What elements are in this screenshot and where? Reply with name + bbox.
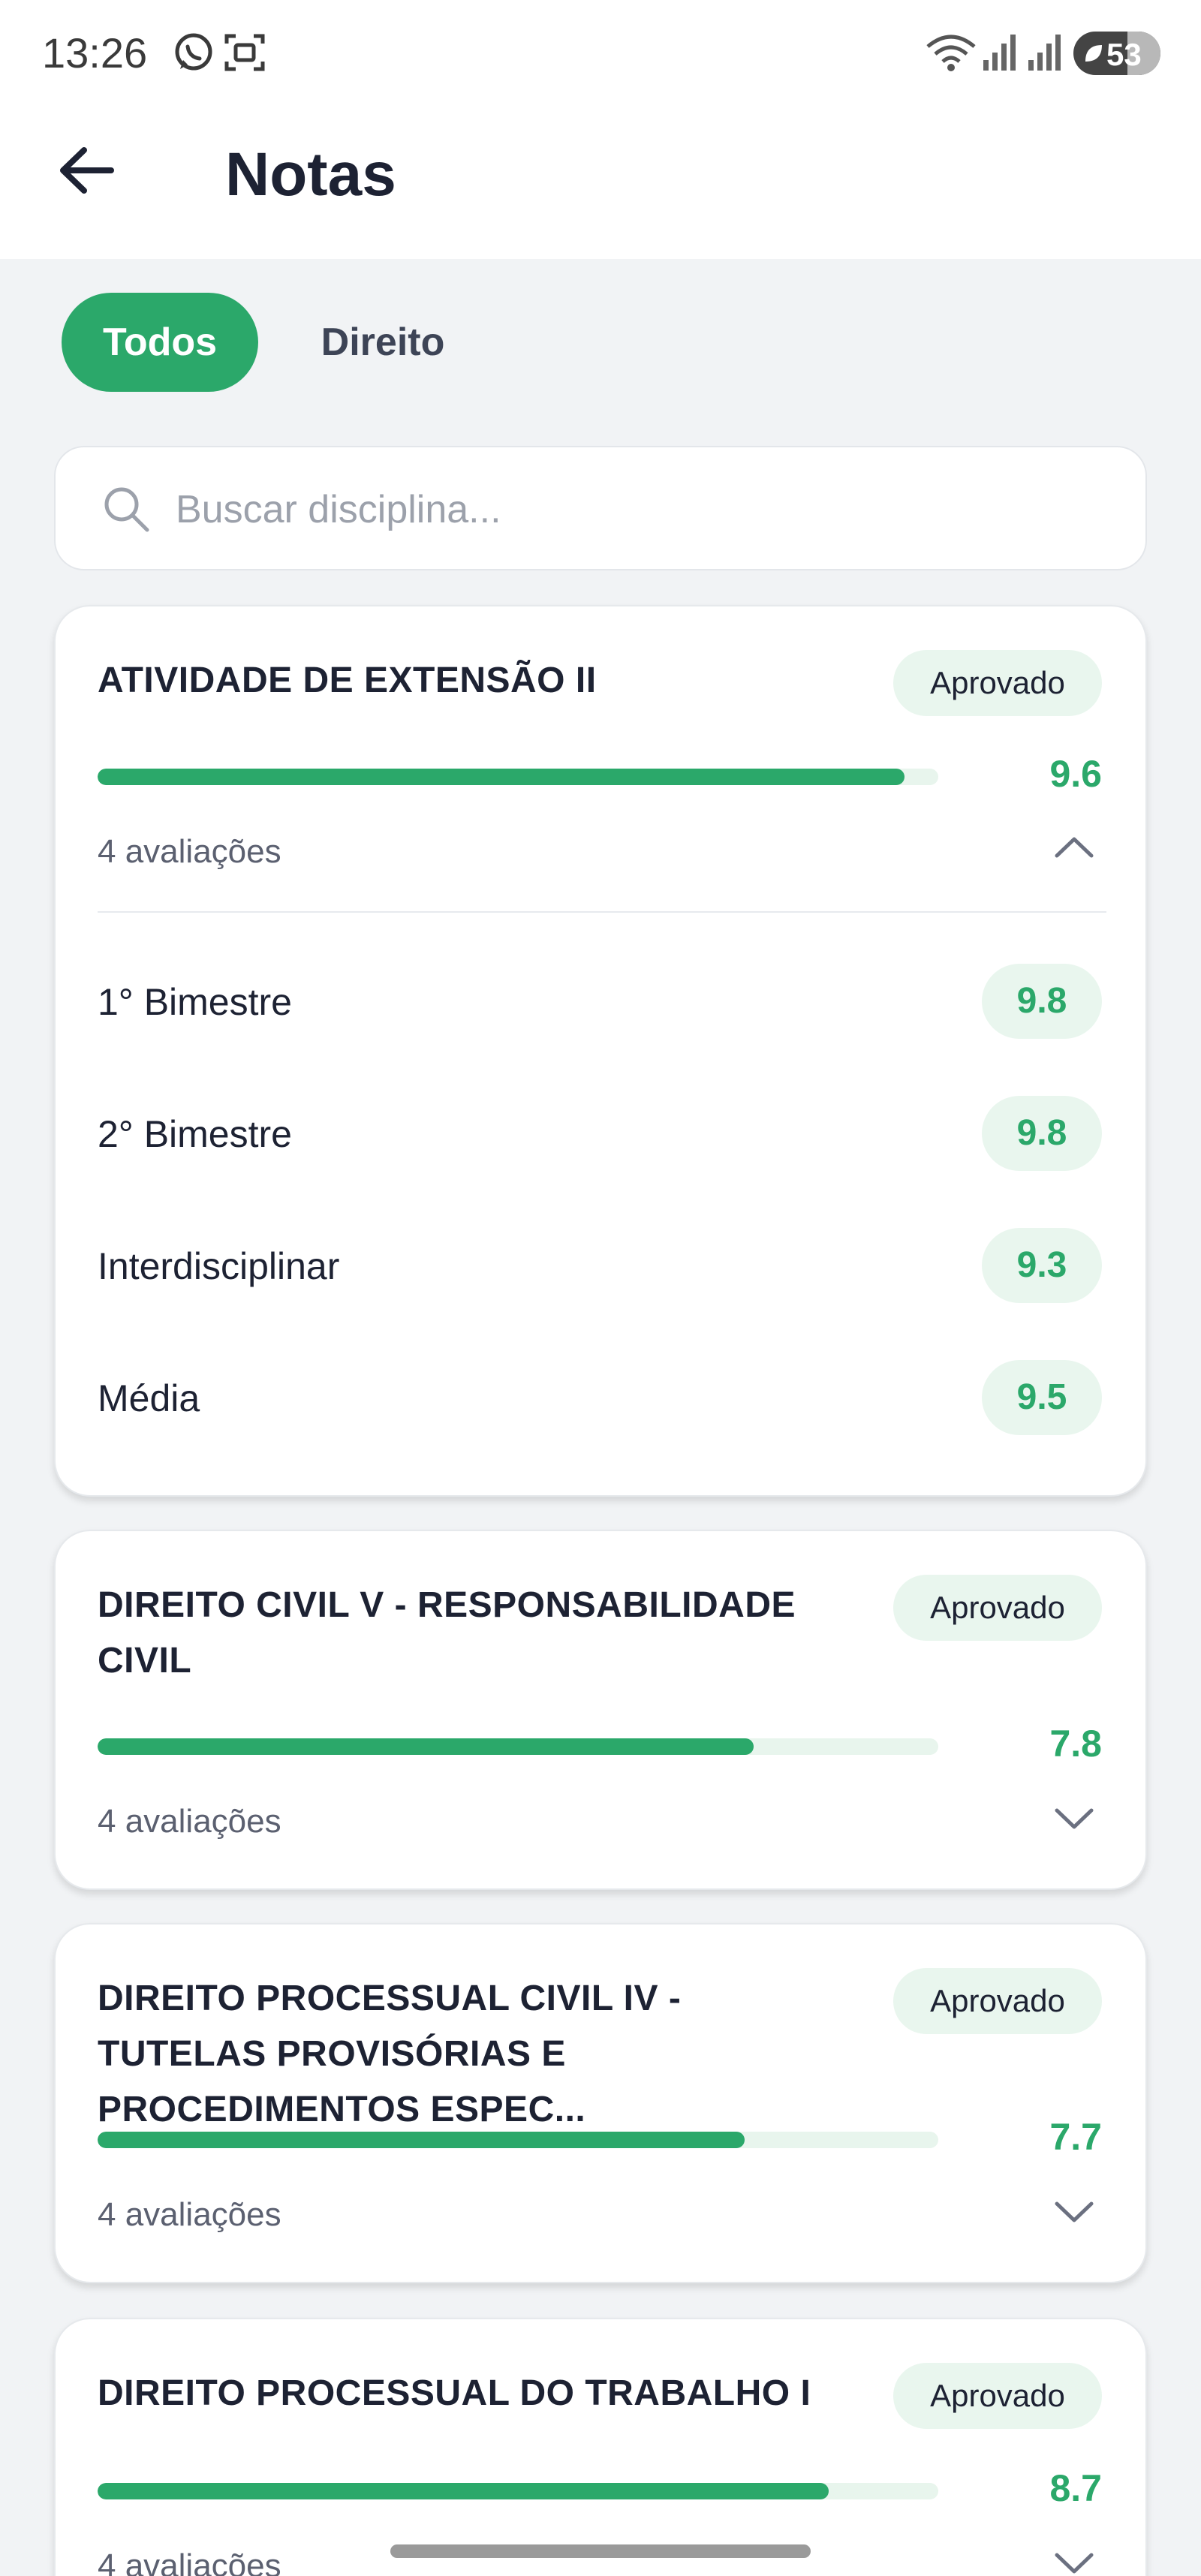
evaluation-label: 1° Bimestre [98,981,292,1023]
course-grade: 8.7 [1049,2467,1102,2509]
screenshot-icon [222,30,267,79]
course-card-atividade-extensao[interactable]: ATIVIDADE DE EXTENSÃO II Aprovado 9.6 4 … [54,605,1147,1497]
evaluation-label: 2° Bimestre [98,1113,292,1155]
grade-progress-fill [98,2483,829,2499]
battery-level: 53 [1106,37,1142,72]
evaluation-label: Média [98,1377,200,1419]
course-card-direito-processual-trabalho-i[interactable]: DIREITO PROCESSUAL DO TRABALHO I Aprovad… [54,2318,1147,2576]
evaluation-value: 9.3 [982,1228,1102,1303]
status-time: 13:26 [42,29,148,77]
wifi-icon [925,30,977,79]
chip-direito[interactable]: Direito [300,293,465,392]
grade-progress-bar [98,2483,938,2499]
chevron-down-icon[interactable] [1052,2198,1096,2228]
battery-icon: 53 [1073,32,1160,75]
grade-progress-bar [98,769,938,785]
signal-icon [1027,30,1064,79]
status-badge: Aprovado [893,1968,1102,2034]
evaluation-count: 4 avaliações [98,2547,281,2576]
grade-progress-fill [98,2132,745,2148]
grade-progress-bar [98,2132,938,2148]
course-grade: 7.8 [1049,1723,1102,1765]
status-bar: 13:26 53 [0,0,1201,105]
signal-icon [982,30,1019,79]
evaluation-value: 9.5 [982,1360,1102,1435]
course-grade: 9.6 [1049,753,1102,795]
grade-progress-bar [98,1738,938,1755]
search-box [54,446,1147,570]
filter-chips: Todos Direito [0,293,1201,392]
evaluation-label: Interdisciplinar [98,1245,340,1287]
search-input[interactable] [176,476,1076,543]
chevron-down-icon[interactable] [1052,1804,1096,1834]
evaluation-count: 4 avaliações [98,1803,281,1840]
top-area: 13:26 53 Notas [0,0,1201,259]
evaluation-count: 4 avaliações [98,2196,281,2233]
course-title: DIREITO PROCESSUAL CIVIL IV - TUTELAS PR… [98,1979,682,2129]
search-icon [101,483,153,540]
page-title: Notas [225,140,396,209]
evaluation-count: 4 avaliações [98,833,281,870]
course-title: ATIVIDADE DE EXTENSÃO II [98,661,597,700]
course-title: DIREITO PROCESSUAL DO TRABALHO I [98,2373,811,2413]
status-badge: Aprovado [893,1575,1102,1641]
arrow-left-icon [60,147,114,194]
evaluation-value: 9.8 [982,1096,1102,1171]
whatsapp-icon [171,30,216,79]
course-card-direito-civil-v[interactable]: DIREITO CIVIL V - RESPONSABILIDADE CIVIL… [54,1530,1147,1890]
course-card-direito-processual-civil-iv[interactable]: DIREITO PROCESSUAL CIVIL IV - TUTELAS PR… [54,1923,1147,2283]
status-badge: Aprovado [893,650,1102,716]
chevron-up-icon[interactable] [1052,832,1096,862]
course-grade: 7.7 [1049,2116,1102,2158]
home-indicator[interactable] [390,2544,811,2558]
grade-progress-fill [98,769,905,785]
chevron-down-icon[interactable] [1052,2549,1096,2576]
grade-progress-fill [98,1738,754,1755]
back-button[interactable] [54,137,122,204]
chip-todos[interactable]: Todos [62,293,258,392]
course-title: DIREITO CIVIL V - RESPONSABILIDADE CIVIL [98,1585,796,1681]
status-badge: Aprovado [893,2363,1102,2429]
evaluation-value: 9.8 [982,964,1102,1039]
app-bar: Notas [0,120,1201,225]
divider [98,911,1106,913]
